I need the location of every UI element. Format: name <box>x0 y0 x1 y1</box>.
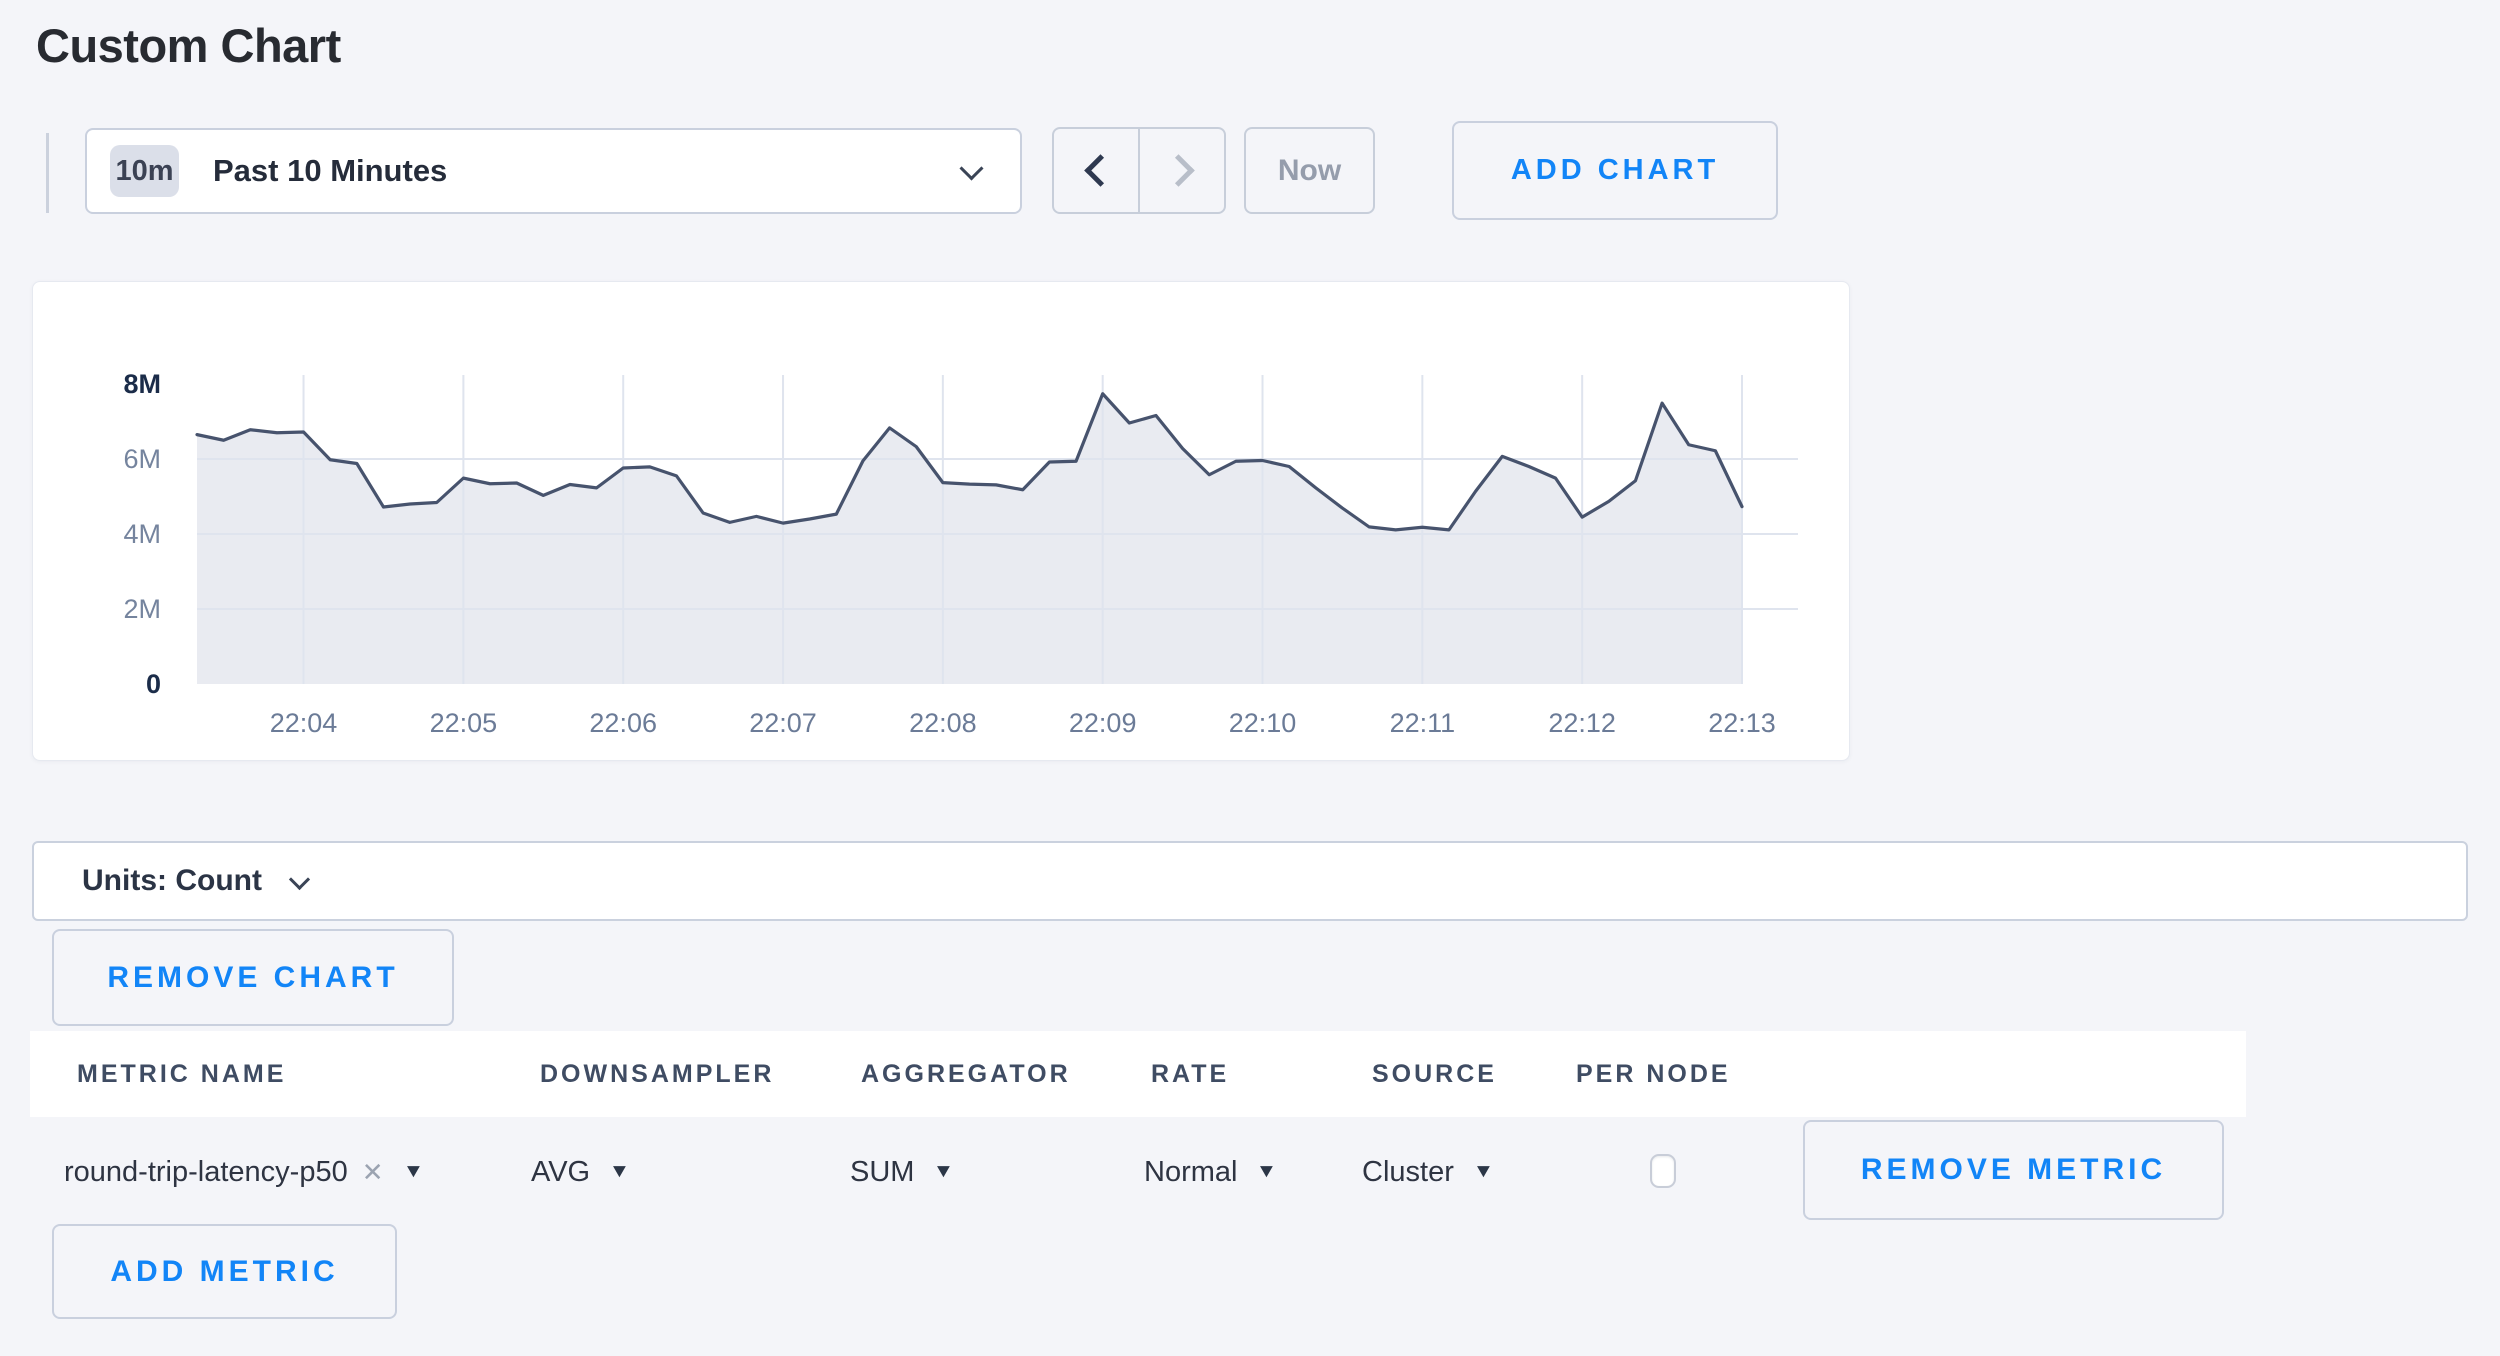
svg-text:22:11: 22:11 <box>1390 708 1456 738</box>
downsampler-value: AVG <box>531 1156 590 1189</box>
remove-metric-button[interactable]: REMOVE METRIC <box>1803 1120 2224 1220</box>
source-select[interactable]: Cluster ▼ <box>1362 1117 1493 1227</box>
svg-text:0: 0 <box>146 669 161 699</box>
chevron-down-icon <box>959 156 983 180</box>
next-range-button[interactable] <box>1140 129 1224 212</box>
svg-text:22:06: 22:06 <box>589 708 657 738</box>
rate-select[interactable]: Normal ▼ <box>1144 1117 1276 1227</box>
column-header-rate: RATE <box>1151 1031 1229 1117</box>
time-nav-group <box>1052 127 1226 214</box>
now-button[interactable]: Now <box>1244 127 1375 214</box>
svg-text:2M: 2M <box>123 594 161 624</box>
units-dropdown[interactable]: Units: Count <box>32 841 2468 921</box>
column-header-per-node: PER NODE <box>1576 1031 1731 1117</box>
metrics-table-header: METRIC NAME DOWNSAMPLER AGGREGATOR RATE … <box>30 1031 2246 1117</box>
caret-down-icon: ▼ <box>933 1161 955 1183</box>
svg-text:22:09: 22:09 <box>1069 708 1137 738</box>
aggregator-select[interactable]: SUM ▼ <box>850 1117 953 1227</box>
caret-down-icon: ▼ <box>609 1161 631 1183</box>
svg-text:6M: 6M <box>123 444 161 474</box>
caret-down-icon: ▼ <box>1472 1161 1494 1183</box>
svg-text:22:08: 22:08 <box>909 708 977 738</box>
downsampler-select[interactable]: AVG ▼ <box>531 1117 629 1227</box>
svg-text:8M: 8M <box>123 369 161 399</box>
time-range-dropdown[interactable]: 10m Past 10 Minutes <box>85 128 1022 214</box>
metric-chart-card[interactable]: 22:04 22:05 22:06 22:07 22:08 22:09 22:10 22:11… <box>32 281 1850 761</box>
caret-down-icon: ▼ <box>402 1161 424 1183</box>
svg-text:22:13: 22:13 <box>1708 708 1776 738</box>
metric-name-select[interactable]: round-trip-latency-p50 ✕ ▼ <box>64 1117 422 1227</box>
area-chart: 22:04 22:05 22:06 22:07 22:08 22:09 22:10 22:11… <box>33 282 1849 760</box>
chevron-left-icon <box>1084 154 1117 187</box>
column-header-metric-name: METRIC NAME <box>77 1031 286 1117</box>
caret-down-icon: ▼ <box>1256 1161 1278 1183</box>
time-range-label: Past 10 Minutes <box>213 153 963 189</box>
svg-text:22:04: 22:04 <box>270 708 338 738</box>
column-header-aggregator: AGGREGATOR <box>861 1031 1071 1117</box>
prev-range-button[interactable] <box>1054 129 1140 212</box>
time-range-badge: 10m <box>110 145 179 197</box>
rate-value: Normal <box>1144 1156 1237 1189</box>
chevron-right-icon <box>1162 154 1195 187</box>
per-node-checkbox[interactable] <box>1650 1154 1676 1188</box>
clear-metric-icon[interactable]: ✕ <box>362 1157 384 1188</box>
toolbar-left-divider <box>46 133 49 213</box>
metric-name-value: round-trip-latency-p50 <box>64 1156 348 1189</box>
column-header-source: SOURCE <box>1372 1031 1497 1117</box>
add-metric-button[interactable]: ADD METRIC <box>52 1224 397 1319</box>
units-label: Units: Count <box>82 864 262 898</box>
add-chart-button[interactable]: ADD CHART <box>1452 121 1778 220</box>
chevron-down-icon <box>289 868 310 889</box>
svg-text:22:10: 22:10 <box>1229 708 1297 738</box>
source-value: Cluster <box>1362 1156 1454 1189</box>
svg-text:4M: 4M <box>123 519 161 549</box>
table-row: round-trip-latency-p50 ✕ ▼ AVG ▼ SUM ▼ N… <box>30 1117 2246 1227</box>
aggregator-value: SUM <box>850 1156 914 1189</box>
svg-text:22:07: 22:07 <box>749 708 817 738</box>
remove-chart-button[interactable]: REMOVE CHART <box>52 929 454 1026</box>
svg-text:22:12: 22:12 <box>1548 708 1616 738</box>
svg-text:22:05: 22:05 <box>430 708 498 738</box>
page-title: Custom Chart <box>36 18 341 73</box>
column-header-downsampler: DOWNSAMPLER <box>540 1031 774 1117</box>
